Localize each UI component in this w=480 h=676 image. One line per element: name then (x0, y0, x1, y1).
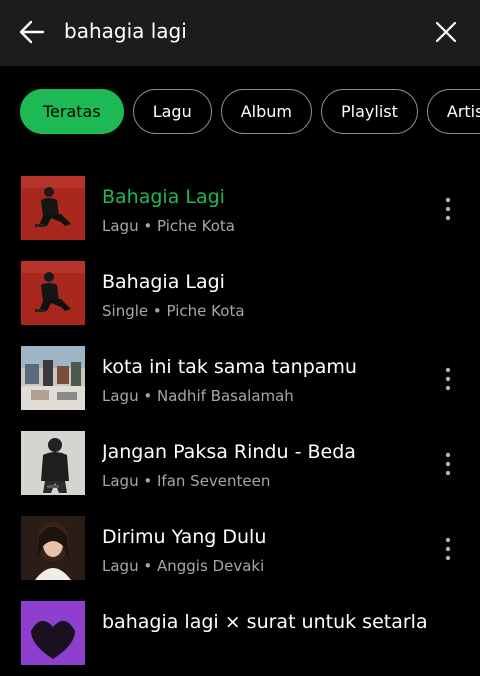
artist-name: Ifan Seventeen (157, 472, 271, 490)
more-options-button[interactable] (438, 366, 458, 392)
result-row[interactable]: Bahagia Lagi Single • Piche Kota (0, 251, 480, 336)
track-subtitle: Lagu • Piche Kota (102, 217, 235, 235)
artist-name: Nadhif Basalamah (157, 387, 294, 405)
more-vertical-icon (445, 367, 451, 391)
track-title: Dirimu Yang Dulu (102, 526, 267, 548)
track-title: Jangan Paksa Rindu - Beda (102, 441, 356, 463)
separator-dot: • (143, 472, 153, 490)
more-vertical-icon (445, 537, 451, 561)
chip-artis[interactable]: Artis (426, 89, 480, 134)
clear-search-button[interactable] (430, 16, 462, 48)
track-subtitle: Lagu • Ifan Seventeen (102, 472, 270, 490)
track-subtitle: Lagu • Anggis Devaki (102, 557, 264, 575)
more-vertical-icon (445, 197, 451, 221)
separator-dot: • (143, 387, 153, 405)
item-type: Lagu (102, 387, 139, 405)
results-list: Bahagia Lagi Lagu • Piche Kota Bahagia L… (0, 166, 480, 676)
separator-dot: • (143, 557, 153, 575)
album-art (21, 176, 85, 240)
result-row[interactable]: bahagia lagi × surat untuk setarla (0, 591, 480, 676)
back-button[interactable] (16, 16, 48, 48)
result-row[interactable]: Jangan Paksa Rindu - Beda Lagu • Ifan Se… (0, 421, 480, 506)
track-subtitle: Single • Piche Kota (102, 302, 245, 320)
separator-dot: • (152, 302, 162, 320)
chip-playlist[interactable]: Playlist (321, 89, 418, 134)
separator-dot: • (143, 217, 153, 235)
album-art (21, 601, 85, 665)
chip-teratas[interactable]: Teratas (20, 89, 124, 134)
album-art (21, 261, 85, 325)
artist-name: Anggis Devaki (157, 557, 265, 575)
close-icon (435, 21, 457, 43)
more-options-button[interactable] (438, 451, 458, 477)
search-input[interactable]: bahagia lagi (64, 19, 187, 43)
track-title: Bahagia Lagi (102, 186, 225, 208)
item-type: Lagu (102, 472, 139, 490)
result-row[interactable]: Bahagia Lagi Lagu • Piche Kota (0, 166, 480, 251)
result-row[interactable]: Dirimu Yang Dulu Lagu • Anggis Devaki (0, 506, 480, 591)
more-vertical-icon (445, 452, 451, 476)
arrow-left-icon (19, 20, 45, 44)
album-art (21, 346, 85, 410)
track-subtitle: Lagu • Nadhif Basalamah (102, 387, 294, 405)
item-type: Lagu (102, 557, 139, 575)
result-row[interactable]: kota ini tak sama tanpamu Lagu • Nadhif … (0, 336, 480, 421)
track-title: Bahagia Lagi (102, 271, 225, 293)
filter-chips: Teratas Lagu Album Playlist Artis (20, 89, 480, 135)
item-type: Single (102, 302, 149, 320)
album-art (21, 431, 85, 495)
item-type: Lagu (102, 217, 139, 235)
search-bar: bahagia lagi (0, 0, 480, 66)
artist-name: Piche Kota (166, 302, 245, 320)
track-title: kota ini tak sama tanpamu (102, 356, 357, 378)
chip-lagu[interactable]: Lagu (132, 89, 212, 134)
more-options-button[interactable] (438, 536, 458, 562)
artist-name: Piche Kota (157, 217, 235, 235)
more-options-button[interactable] (438, 196, 458, 222)
chip-album[interactable]: Album (220, 89, 312, 134)
album-art (21, 516, 85, 580)
track-title: bahagia lagi × surat untuk setarla (102, 611, 428, 633)
